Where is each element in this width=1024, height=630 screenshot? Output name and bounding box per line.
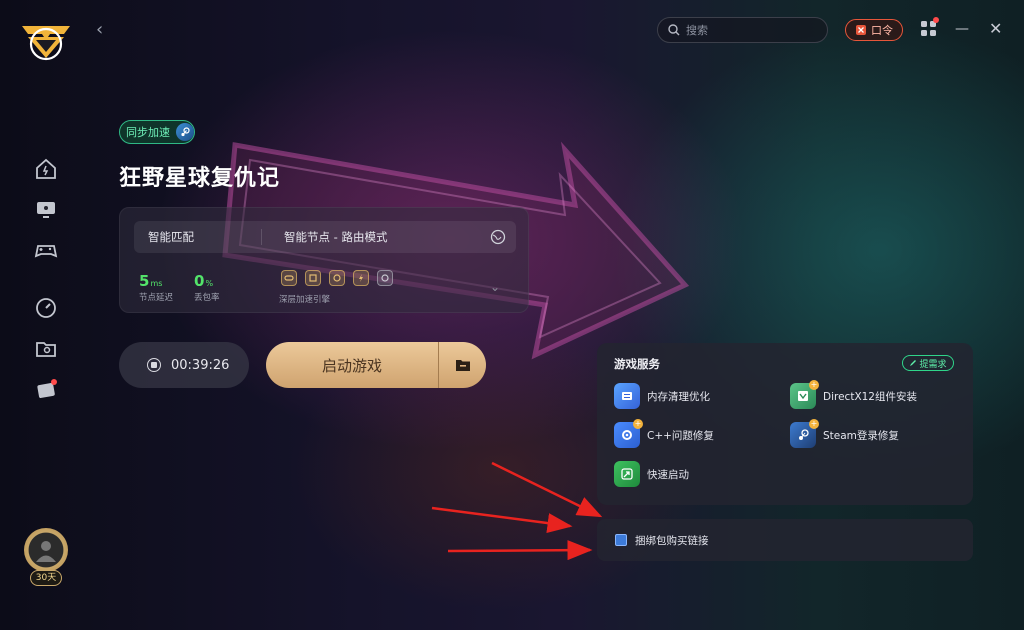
- node-panel: 智能匹配 智能节点 - 路由模式 5ms 节点延迟 0% 丢包率 深层加速引擎 …: [119, 207, 529, 313]
- koulin-label: 口令: [871, 24, 893, 37]
- service-label: 快速启动: [647, 468, 689, 481]
- annotation-arrow: [447, 540, 593, 561]
- smart-match-label[interactable]: 智能匹配: [134, 229, 262, 245]
- app-logo: [22, 26, 70, 61]
- boost-engine-icon: [353, 270, 369, 286]
- folder-icon[interactable]: [33, 336, 59, 362]
- directx-icon: +: [790, 380, 819, 409]
- memory-icon: [614, 383, 640, 409]
- membership-days-badge: 30天: [30, 570, 62, 586]
- service-quick-launch[interactable]: 快速启动: [614, 461, 689, 487]
- back-icon[interactable]: ‹: [96, 20, 112, 40]
- route-engine-icon: [305, 270, 321, 286]
- folder-icon: [455, 360, 470, 371]
- engine-label: 深层加速引擎: [279, 295, 331, 305]
- open-folder-button[interactable]: [438, 342, 486, 388]
- minimize-icon[interactable]: —: [955, 21, 969, 37]
- app-window: 30天 ‹ 口令 — ✕ 同步加速 狂野星球复仇记 智能匹配 智能节点 - 路由…: [0, 0, 1024, 630]
- stop-icon: [147, 358, 161, 372]
- packet-loss-metric: 0% 丢包率: [194, 271, 220, 303]
- game-services-panel: 游戏服务 提需求 内存清理优化 + DirectX12组件安装 + C++问题修…: [597, 343, 973, 505]
- monitor-icon[interactable]: [33, 197, 59, 223]
- accel-timer[interactable]: 00:39:26: [119, 342, 249, 388]
- gear-icon: +: [614, 419, 643, 448]
- game-title: 狂野星球复仇记: [119, 166, 281, 191]
- link-engine-icon: [281, 270, 297, 286]
- user-avatar[interactable]: 30天: [22, 528, 70, 588]
- latency-metric: 5ms 节点延迟: [139, 271, 173, 303]
- annotation-arrow: [491, 461, 603, 518]
- notification-dot: [933, 17, 939, 23]
- loss-unit: %: [205, 279, 214, 288]
- service-directx[interactable]: + DirectX12组件安装: [790, 380, 917, 409]
- sync-accel-badge: 同步加速: [119, 120, 195, 144]
- speedometer-icon[interactable]: [33, 295, 59, 321]
- command-icon: [856, 25, 866, 35]
- search-icon: [668, 24, 680, 36]
- refresh-engine-icon: [377, 270, 393, 286]
- pencil-icon: [910, 360, 917, 366]
- latency-unit: ms: [150, 279, 163, 288]
- globe-icon[interactable]: [490, 229, 506, 245]
- service-label: DirectX12组件安装: [823, 390, 917, 403]
- close-icon[interactable]: ✕: [989, 20, 1003, 38]
- steam-icon: +: [790, 419, 819, 448]
- service-label: Steam登录修复: [823, 429, 899, 442]
- node-selector[interactable]: 智能匹配 智能节点 - 路由模式: [134, 221, 516, 253]
- services-title: 游戏服务: [614, 357, 660, 371]
- plus-badge-icon: +: [633, 419, 643, 429]
- node-mode-label[interactable]: 智能节点 - 路由模式: [262, 229, 490, 245]
- loss-label: 丢包率: [194, 293, 220, 303]
- bundle-purchase-link[interactable]: 捆绑包购买链接: [597, 519, 973, 561]
- koulin-button[interactable]: 口令: [845, 19, 903, 41]
- annotation-arrow: [431, 506, 573, 534]
- latency-value: 5: [139, 272, 150, 290]
- service-steam-login[interactable]: + Steam登录修复: [790, 419, 899, 448]
- bundle-label: 捆绑包购买链接: [635, 534, 709, 547]
- service-cpp-fix[interactable]: + C++问题修复: [614, 419, 714, 448]
- link-icon: [615, 534, 627, 546]
- service-label: 内存清理优化: [647, 390, 710, 403]
- quick-launch-icon: [614, 461, 640, 487]
- chevron-down-icon[interactable]: ⌄: [490, 280, 500, 294]
- service-memory-clean[interactable]: 内存清理优化: [614, 383, 710, 409]
- gamepad-icon[interactable]: [33, 237, 59, 263]
- loss-value: 0: [194, 272, 205, 290]
- engine-icons: [281, 270, 393, 286]
- plus-badge-icon: +: [809, 380, 819, 390]
- search-box[interactable]: [657, 17, 828, 43]
- search-input[interactable]: [686, 23, 816, 37]
- avatar: [24, 528, 68, 572]
- steam-icon: [176, 123, 194, 141]
- sync-label: 同步加速: [126, 126, 170, 139]
- request-feature-button[interactable]: 提需求: [902, 355, 954, 371]
- gear-engine-icon: [329, 270, 345, 286]
- plus-badge-icon: +: [809, 419, 819, 429]
- request-feature-label: 提需求: [919, 359, 947, 370]
- launch-game-button[interactable]: 启动游戏: [266, 342, 438, 388]
- timer-value: 00:39:26: [171, 357, 230, 373]
- home-icon[interactable]: [33, 156, 59, 182]
- user-silhouette-icon: [36, 541, 56, 562]
- latency-label: 节点延迟: [139, 293, 174, 303]
- gift-card-icon[interactable]: [33, 377, 59, 403]
- service-label: C++问题修复: [647, 429, 714, 442]
